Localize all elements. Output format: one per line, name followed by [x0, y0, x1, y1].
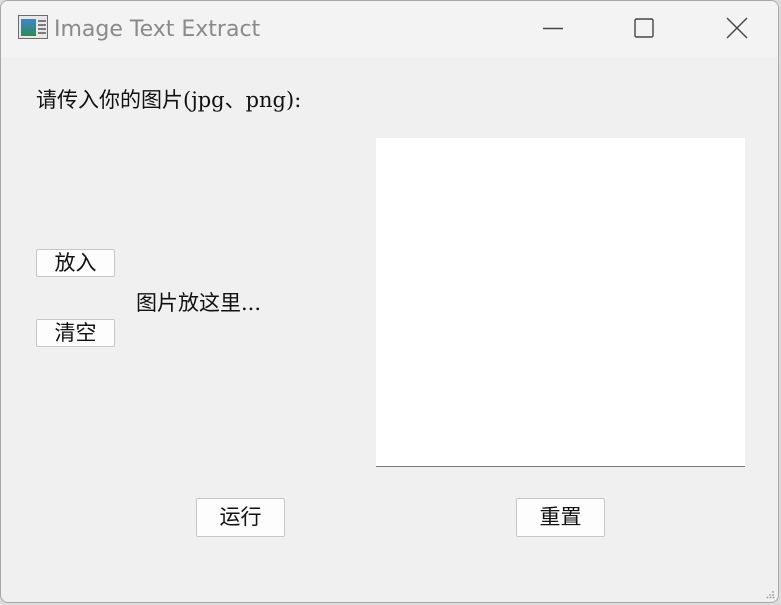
- window-title: Image Text Extract: [54, 17, 261, 42]
- clear-image-button[interactable]: 清空: [36, 319, 115, 347]
- title-bar[interactable]: Image Text Extract: [1, 1, 778, 57]
- minimize-icon: [543, 27, 563, 30]
- resize-grip-icon[interactable]: [766, 590, 775, 599]
- icon-image-pane: [21, 19, 36, 36]
- minimize-button[interactable]: [530, 1, 576, 55]
- app-window-icon: [18, 15, 48, 39]
- maximize-button[interactable]: [621, 1, 667, 55]
- icon-text-lines: [38, 20, 46, 22]
- upload-prompt-label: 请传入你的图片(jpg、png):: [36, 88, 302, 112]
- close-icon: [726, 17, 748, 39]
- image-drop-zone[interactable]: 图片放这里...: [136, 290, 261, 316]
- app-window: Image Text Extract 请传入你的图片(jpg、png): 放入 …: [0, 0, 779, 603]
- output-text-area[interactable]: [376, 138, 745, 467]
- maximize-icon: [634, 18, 654, 38]
- close-button[interactable]: [714, 1, 760, 55]
- put-image-button[interactable]: 放入: [36, 249, 115, 277]
- run-button[interactable]: 运行: [196, 498, 285, 537]
- reset-button[interactable]: 重置: [516, 498, 605, 537]
